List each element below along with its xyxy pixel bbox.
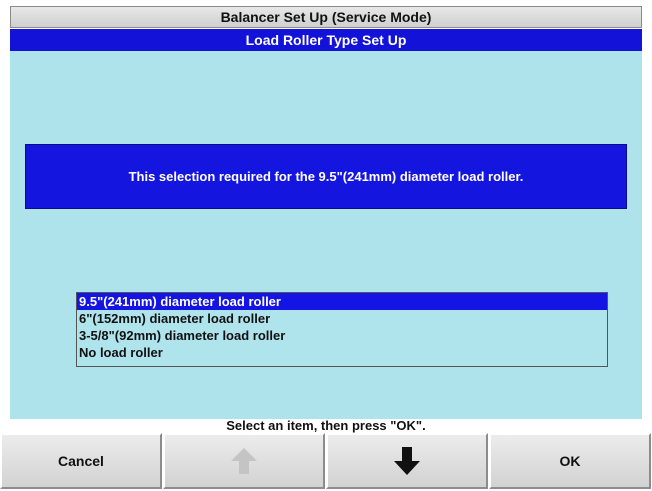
arrow-up-icon bbox=[231, 448, 257, 474]
page-subtitle: Load Roller Type Set Up bbox=[10, 29, 642, 51]
cancel-button[interactable]: Cancel bbox=[0, 433, 162, 489]
balancer-screen: Balancer Set Up (Service Mode) Load Roll… bbox=[0, 0, 652, 491]
list-item-3-5-8-inch-roller[interactable]: 3-5/8"(92mm) diameter load roller bbox=[77, 327, 607, 344]
content-area: This selection required for the 9.5"(241… bbox=[10, 51, 642, 433]
scroll-down-button[interactable] bbox=[326, 433, 488, 489]
roller-type-list[interactable]: 9.5"(241mm) diameter load roller 6"(152m… bbox=[76, 292, 608, 367]
cancel-button-label: Cancel bbox=[58, 453, 104, 469]
scroll-up-button[interactable] bbox=[163, 433, 325, 489]
list-item-9-5-inch-roller[interactable]: 9.5"(241mm) diameter load roller bbox=[77, 293, 607, 310]
arrow-down-icon bbox=[394, 447, 420, 475]
ok-button-label: OK bbox=[559, 453, 581, 469]
info-message-text: This selection required for the 9.5"(241… bbox=[128, 169, 524, 184]
info-message: This selection required for the 9.5"(241… bbox=[25, 144, 627, 209]
button-bar: Cancel OK bbox=[0, 433, 652, 491]
ok-button[interactable]: OK bbox=[489, 433, 651, 489]
list-item-no-roller[interactable]: No load roller bbox=[77, 344, 607, 361]
instruction-prompt: Select an item, then press "OK". bbox=[226, 417, 426, 433]
list-item-6-inch-roller[interactable]: 6"(152mm) diameter load roller bbox=[77, 310, 607, 327]
window-title: Balancer Set Up (Service Mode) bbox=[10, 6, 642, 28]
